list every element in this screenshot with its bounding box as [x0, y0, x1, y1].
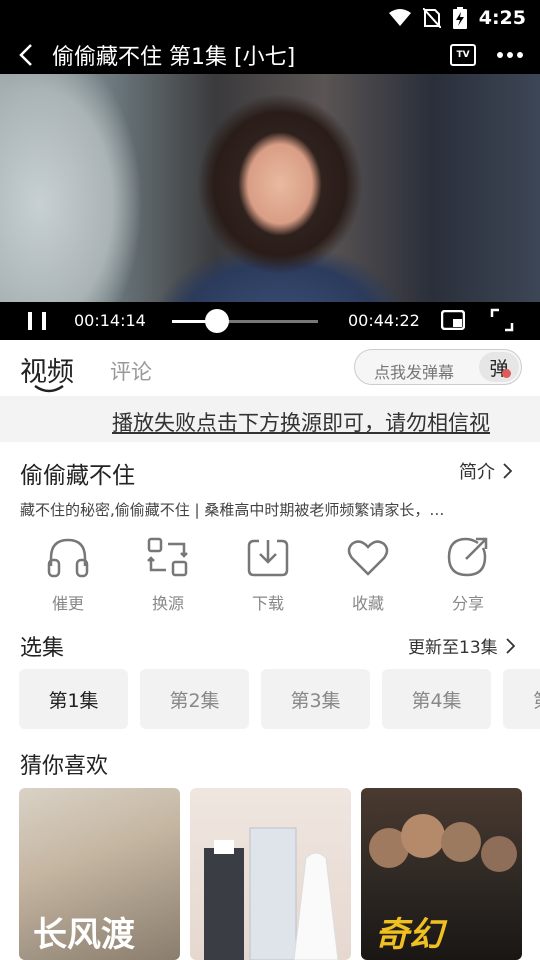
share-button[interactable]: 分享 [418, 536, 518, 616]
status-icons: 4:25 [388, 6, 526, 30]
action-label: 换源 [151, 594, 184, 613]
poster-title-art: 长风渡 [33, 915, 135, 955]
status-time: 4:25 [478, 7, 526, 29]
episode-item[interactable]: 第5集 [503, 669, 540, 729]
episode-item[interactable]: 第3集 [261, 669, 370, 729]
current-time: 00:14:14 [74, 311, 146, 330]
download-button[interactable]: 下载 [218, 536, 318, 616]
action-label: 催更 [51, 594, 84, 613]
download-icon [247, 539, 289, 577]
chevron-right-icon [506, 637, 515, 654]
recommend-poster[interactable] [190, 788, 351, 960]
progress-bar[interactable] [172, 309, 318, 333]
intro-link[interactable]: 简介 [459, 458, 512, 484]
urge-update-button[interactable]: 催更 [18, 536, 118, 616]
switch-source-button[interactable]: 换源 [118, 536, 218, 616]
favorite-button[interactable]: 收藏 [318, 536, 418, 616]
player-controls: 00:14:14 00:44:22 [0, 302, 540, 340]
episodes-more-link[interactable]: 更新至13集 [408, 633, 515, 658]
picture-in-picture-icon[interactable] [441, 310, 465, 330]
fullscreen-icon[interactable] [490, 308, 514, 332]
chevron-right-icon [503, 463, 512, 479]
recommend-list: 长风渡 奇幻 [19, 788, 540, 960]
notice-text: 播放失败点击下方换源即可，请勿相信视 [112, 411, 490, 435]
tv-icon: TV [456, 50, 470, 60]
episodes-update-label: 更新至13集 [408, 638, 498, 658]
episode-list: 第1集 第2集 第3集 第4集 第5集 [19, 669, 540, 729]
recommend-title: 猜你喜欢 [20, 754, 109, 779]
more-options-button[interactable] [490, 36, 530, 74]
more-dot-icon [497, 52, 503, 58]
battery-charging-icon [452, 7, 467, 29]
danmu-input[interactable]: 点我发弹幕 弹 [354, 349, 522, 385]
share-icon [447, 537, 488, 577]
episode-item[interactable]: 第2集 [140, 669, 249, 729]
episodes-title: 选集 [20, 636, 65, 661]
danmu-placeholder: 点我发弹幕 [374, 363, 455, 382]
pause-icon [28, 312, 32, 330]
recommend-poster[interactable]: 奇幻 [361, 788, 522, 960]
episode-item[interactable]: 第4集 [382, 669, 491, 729]
action-label: 下载 [251, 594, 284, 613]
switch-source-icon [147, 537, 188, 577]
action-label: 分享 [451, 594, 484, 613]
content-tabs: 视频 评论 点我发弹幕 弹 [0, 340, 540, 396]
pause-button[interactable] [28, 312, 46, 330]
heart-icon [347, 540, 389, 576]
video-title: 偷偷藏不住 第1集 [小七] [52, 45, 296, 70]
status-bar: 4:25 [0, 0, 540, 36]
poster-artwork [204, 827, 339, 960]
episode-item[interactable]: 第1集 [19, 669, 128, 729]
video-player[interactable]: 偷偷藏不住 第1集 [小七] TV 妈妈 00:14:14 00:44:22 [0, 36, 540, 340]
total-time: 00:44:22 [348, 311, 420, 330]
show-description: 藏不住的秘密,偷偷藏不住 | 桑稚高中时期被老师频繁请家长，… [20, 501, 445, 519]
intro-label: 简介 [459, 462, 495, 483]
cast-tv-button[interactable]: TV [450, 44, 476, 66]
headphones-icon [47, 538, 89, 578]
tab-active-indicator [34, 384, 64, 393]
video-frame[interactable]: 妈妈 [0, 74, 540, 321]
wifi-icon [388, 9, 411, 26]
recommend-poster[interactable]: 长风渡 [19, 788, 180, 960]
back-button[interactable] [0, 36, 52, 74]
show-title: 偷偷藏不住 [20, 463, 135, 489]
chevron-left-icon [19, 44, 32, 66]
tab-comments[interactable]: 评论 [110, 356, 152, 386]
poster-title-art: 奇幻 [375, 915, 443, 955]
no-sim-icon [422, 8, 441, 28]
player-title-bar: 偷偷藏不住 第1集 [小七] TV [0, 36, 540, 74]
danmu-toggle-button[interactable]: 弹 [479, 352, 519, 382]
action-row: 催更 换源 下载 收藏 分享 [18, 536, 520, 616]
progress-thumb[interactable] [205, 309, 230, 333]
action-label: 收藏 [351, 594, 384, 613]
notice-banner[interactable]: 播放失败点击下方换源即可，请勿相信视 [0, 396, 540, 442]
danmu-status-dot [502, 369, 511, 378]
